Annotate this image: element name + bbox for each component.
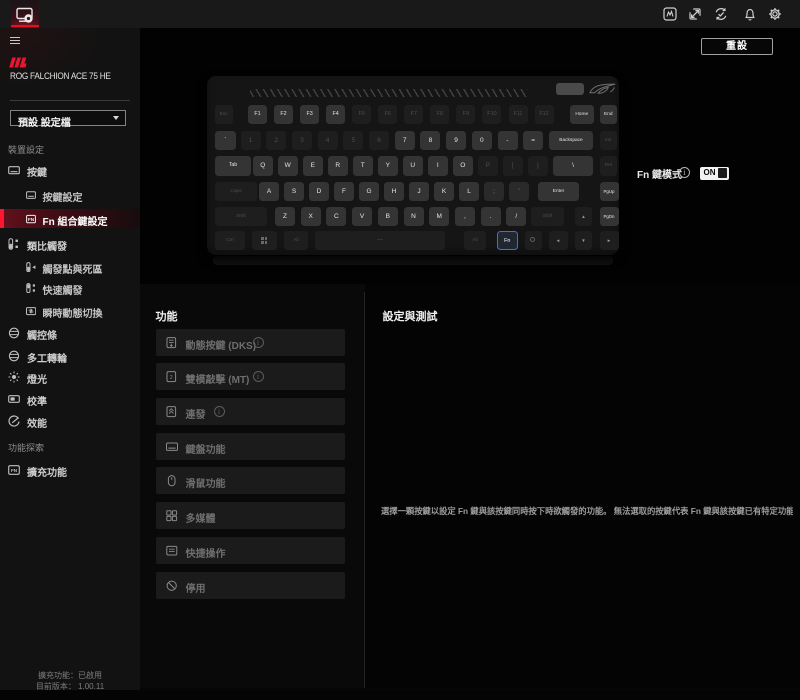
svg-text:2: 2 [169, 375, 172, 381]
svg-text:FN: FN [28, 217, 35, 222]
svg-text:FN: FN [11, 468, 18, 473]
